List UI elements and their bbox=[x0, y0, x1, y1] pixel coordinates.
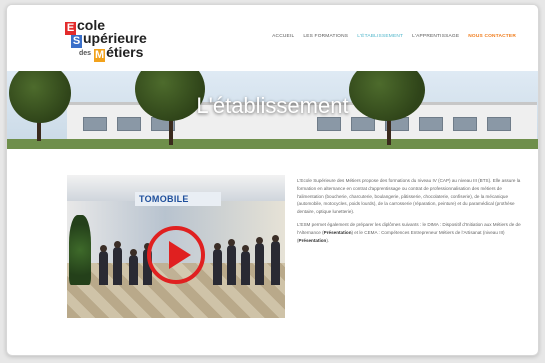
nav-item-apprentissage[interactable]: L'APPRENTISSAGE bbox=[412, 34, 459, 39]
banner-lawn bbox=[7, 139, 538, 149]
building-window bbox=[419, 117, 443, 131]
description-paragraph-1: L'Ecole Supérieure des Métiers propose d… bbox=[297, 178, 521, 215]
building-window bbox=[317, 117, 341, 131]
person-figure bbox=[99, 245, 108, 285]
logo-line-3: des Métiers bbox=[79, 45, 143, 62]
video-sign: TOMOBILE bbox=[135, 192, 221, 206]
person-figure bbox=[241, 245, 250, 285]
page-title: L'établissement bbox=[196, 93, 349, 118]
person-figure bbox=[271, 235, 280, 285]
person-figure bbox=[255, 237, 264, 285]
site-logo[interactable]: Ecole Supérieure des Métiers bbox=[65, 14, 195, 62]
hero-banner: L'établissement bbox=[7, 71, 538, 149]
nav-item-formations[interactable]: LES FORMATIONS bbox=[303, 34, 348, 39]
building-window bbox=[117, 117, 141, 131]
presentation-link-cema[interactable]: Présentation bbox=[299, 238, 327, 243]
nav-item-etablissement[interactable]: L'ÉTABLISSEMENT bbox=[357, 34, 403, 39]
description-paragraph-2: L'ESM permet également de préparer les d… bbox=[297, 221, 521, 244]
presentation-link-dima[interactable]: Présentation bbox=[324, 230, 352, 235]
logo-small-text: des bbox=[79, 50, 92, 57]
logo-text-3: étiers bbox=[106, 44, 144, 60]
description-text: L'Ecole Supérieure des Métiers propose d… bbox=[297, 177, 521, 249]
paragraph-2-end: ). bbox=[326, 237, 330, 243]
building-window bbox=[487, 117, 511, 131]
site-header: Ecole Supérieure des Métiers ACCUEIL LES … bbox=[7, 5, 538, 71]
main-nav: ACCUEIL LES FORMATIONS L'ÉTABLISSEMENT L… bbox=[272, 34, 516, 39]
logo-m-block: M bbox=[94, 49, 106, 62]
building-window bbox=[83, 117, 107, 131]
nav-item-accueil[interactable]: ACCUEIL bbox=[272, 34, 294, 39]
person-figure bbox=[129, 249, 138, 285]
video-player[interactable]: TOMOBILE bbox=[67, 175, 285, 318]
building-window bbox=[453, 117, 477, 131]
nav-item-contact[interactable]: NOUS CONTACTER bbox=[468, 34, 516, 39]
person-figure bbox=[227, 239, 236, 285]
building-window bbox=[351, 117, 375, 131]
person-figure bbox=[113, 241, 122, 285]
play-button-icon[interactable] bbox=[147, 226, 205, 284]
browser-frame: Ecole Supérieure des Métiers ACCUEIL LES … bbox=[6, 4, 539, 356]
person-figure bbox=[213, 243, 222, 285]
video-plant bbox=[69, 215, 91, 285]
